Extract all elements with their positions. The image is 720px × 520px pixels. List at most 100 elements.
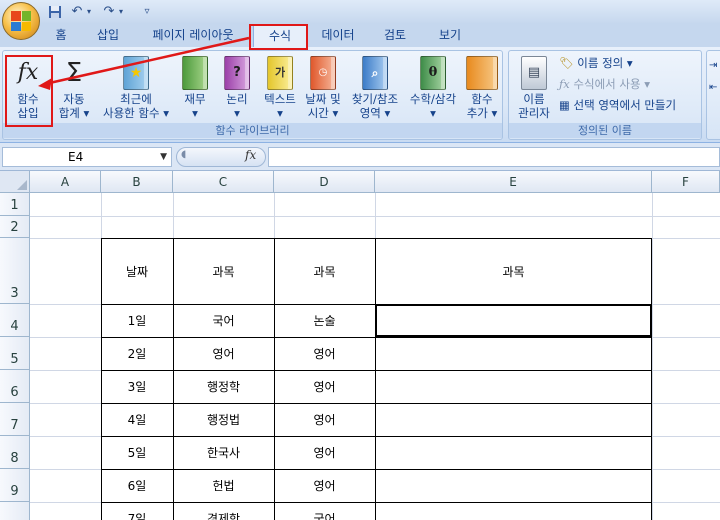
formula-input[interactable] (268, 147, 720, 167)
table-header-cell[interactable]: 과목 (375, 238, 652, 304)
table-cell[interactable]: 영어 (274, 436, 375, 469)
table-cell[interactable]: 4일 (101, 403, 173, 436)
name-manager-button[interactable]: ▤ 이름 관리자 (513, 56, 555, 120)
table-cell[interactable]: 논술 (274, 304, 375, 337)
use-in-formula-button[interactable]: ƒx 수식에서 사용 ▾ (559, 75, 650, 93)
financial-label-1: 재무 (184, 92, 206, 106)
tab-page-layout[interactable]: 페이지 레이아웃 (142, 24, 244, 48)
define-name-button[interactable]: 🏷 이름 정의 ▾ (559, 54, 633, 72)
column-header-d[interactable]: D (274, 171, 375, 193)
row-header-3[interactable]: 3 (0, 238, 30, 304)
table-cell[interactable]: 행정학 (173, 370, 274, 403)
table-cell[interactable]: 헌법 (173, 469, 274, 502)
text-book-icon: 가 (267, 56, 293, 90)
row-header-10[interactable] (0, 502, 30, 520)
table-cell[interactable]: 7일 (101, 502, 173, 520)
table-header-cell[interactable]: 과목 (274, 238, 375, 304)
name-manager-label-1: 이름 (523, 92, 545, 106)
name-box[interactable]: E4 ▼ (2, 147, 172, 167)
row-header-7[interactable]: 7 (0, 403, 30, 436)
save-icon[interactable] (46, 3, 64, 20)
redo-dropdown-icon[interactable]: ▾ (116, 3, 126, 20)
column-header-f[interactable]: F (652, 171, 720, 193)
math-trig-button[interactable]: θ 수학/삼각 ▾ (404, 56, 462, 120)
table-cell[interactable]: 국어 (173, 304, 274, 337)
row-header-8[interactable]: 8 (0, 436, 30, 469)
recently-used-label-1: 최근에 (120, 92, 152, 106)
tab-insert[interactable]: 삽입 (88, 24, 128, 48)
formula-bar: E4 ▼ ◖ fx (0, 143, 720, 171)
financial-label-2: ▾ (192, 106, 198, 120)
table-cell[interactable]: 6일 (101, 469, 173, 502)
select-all-triangle-icon (17, 180, 27, 190)
row-header-4[interactable]: 4 (0, 304, 30, 337)
recently-used-button[interactable]: ★ 최근에 사용한 함수 ▾ (97, 56, 175, 120)
tab-data[interactable]: 데이터 (313, 24, 363, 48)
text-label-2: ▾ (277, 106, 283, 120)
worksheet-grid: A B C D E F 1 2 3 4 5 6 7 8 9 날짜 과목 과목 과… (0, 171, 720, 520)
table-cell[interactable]: 영어 (274, 337, 375, 370)
autosum-button[interactable]: Σ 자동 합계 ▾ (53, 56, 95, 120)
trace-dependents-icon[interactable]: ⇤ (709, 79, 717, 97)
table-cell[interactable]: 3일 (101, 370, 173, 403)
table-cell[interactable]: 영어 (173, 337, 274, 370)
more-functions-label-1: 함수 (471, 92, 493, 106)
date-time-button[interactable]: ◷ 날짜 및 시간 ▾ (301, 56, 345, 120)
trace-icon[interactable]: ⇥ (709, 57, 717, 75)
annotation-box-formulas-tab (249, 24, 308, 50)
lookup-reference-label-1: 찾기/참조 (351, 92, 399, 106)
create-from-selection-button[interactable]: ▦ 선택 영역에서 만들기 (559, 96, 676, 114)
tab-home[interactable]: 홈 (46, 24, 76, 48)
table-cell[interactable]: 영어 (274, 403, 375, 436)
name-manager-icon: ▤ (521, 56, 547, 90)
name-box-dropdown-icon[interactable]: ▼ (160, 148, 167, 166)
table-header-cell[interactable]: 날짜 (101, 238, 173, 304)
create-from-selection-label: 선택 영역에서 만들기 (573, 98, 677, 112)
table-cell[interactable]: 국어 (274, 502, 375, 520)
table-cell[interactable]: 한국사 (173, 436, 274, 469)
tag-icon: 🏷 (559, 56, 574, 70)
financial-button[interactable]: 재무 ▾ (177, 56, 213, 120)
text-button[interactable]: 가 텍스트 ▾ (259, 56, 301, 120)
function-library-group: fx 함수 삽입 Σ 자동 합계 ▾ ★ 최근에 사용한 함수 ▾ 재무 ▾ ?… (2, 50, 503, 140)
column-header-c[interactable]: C (173, 171, 274, 193)
tab-review[interactable]: 검토 (372, 24, 418, 48)
text-label-1: 텍스트 (264, 92, 296, 106)
table-cell[interactable]: 행정법 (173, 403, 274, 436)
defined-names-label: 정의된 이름 (509, 123, 701, 138)
math-trig-label-2: ▾ (430, 106, 436, 120)
row-header-1[interactable]: 1 (0, 193, 30, 216)
active-cell-e4[interactable] (375, 304, 652, 337)
row-header-5[interactable]: 5 (0, 337, 30, 370)
row-header-9[interactable]: 9 (0, 469, 30, 502)
more-functions-button[interactable]: 함수 추가 ▾ (463, 56, 501, 120)
column-header-e[interactable]: E (375, 171, 652, 193)
column-header-b[interactable]: B (101, 171, 173, 193)
logical-button[interactable]: ? 논리 ▾ (219, 56, 255, 120)
more-functions-books-icon (466, 56, 498, 90)
table-cell[interactable]: 영어 (274, 370, 375, 403)
table-cell[interactable]: 1일 (101, 304, 173, 337)
ribbon-tabs: 홈 삽입 페이지 레이아웃 수식 데이터 검토 보기 (0, 24, 720, 48)
lookup-reference-button[interactable]: ⌕ 찾기/참조 영역 ▾ (346, 56, 404, 120)
undo-dropdown-icon[interactable]: ▾ (84, 3, 94, 20)
insert-function-fx-button[interactable]: fx (245, 148, 256, 162)
fx-small-icon: ƒx (559, 77, 570, 91)
select-all-corner[interactable] (0, 171, 30, 193)
table-cell[interactable]: 5일 (101, 436, 173, 469)
table-cell[interactable]: 경제학 (173, 502, 274, 520)
table-cell[interactable]: 영어 (274, 469, 375, 502)
more-functions-label-2: 추가 ▾ (466, 106, 498, 120)
grid-select-icon: ▦ (559, 98, 570, 112)
office-button[interactable] (2, 2, 40, 40)
math-trig-label-1: 수학/삼각 (409, 92, 457, 106)
row-header-6[interactable]: 6 (0, 370, 30, 403)
column-header-a[interactable]: A (30, 171, 101, 193)
tab-view[interactable]: 보기 (427, 24, 473, 48)
table-cell[interactable]: 2일 (101, 337, 173, 370)
row-header-2[interactable]: 2 (0, 216, 30, 238)
autosum-label-2: 합계 ▾ (58, 106, 90, 120)
customize-qat-icon[interactable]: ▿ (138, 3, 156, 20)
table-header-cell[interactable]: 과목 (173, 238, 274, 304)
datetime-book-icon: ◷ (310, 56, 336, 90)
